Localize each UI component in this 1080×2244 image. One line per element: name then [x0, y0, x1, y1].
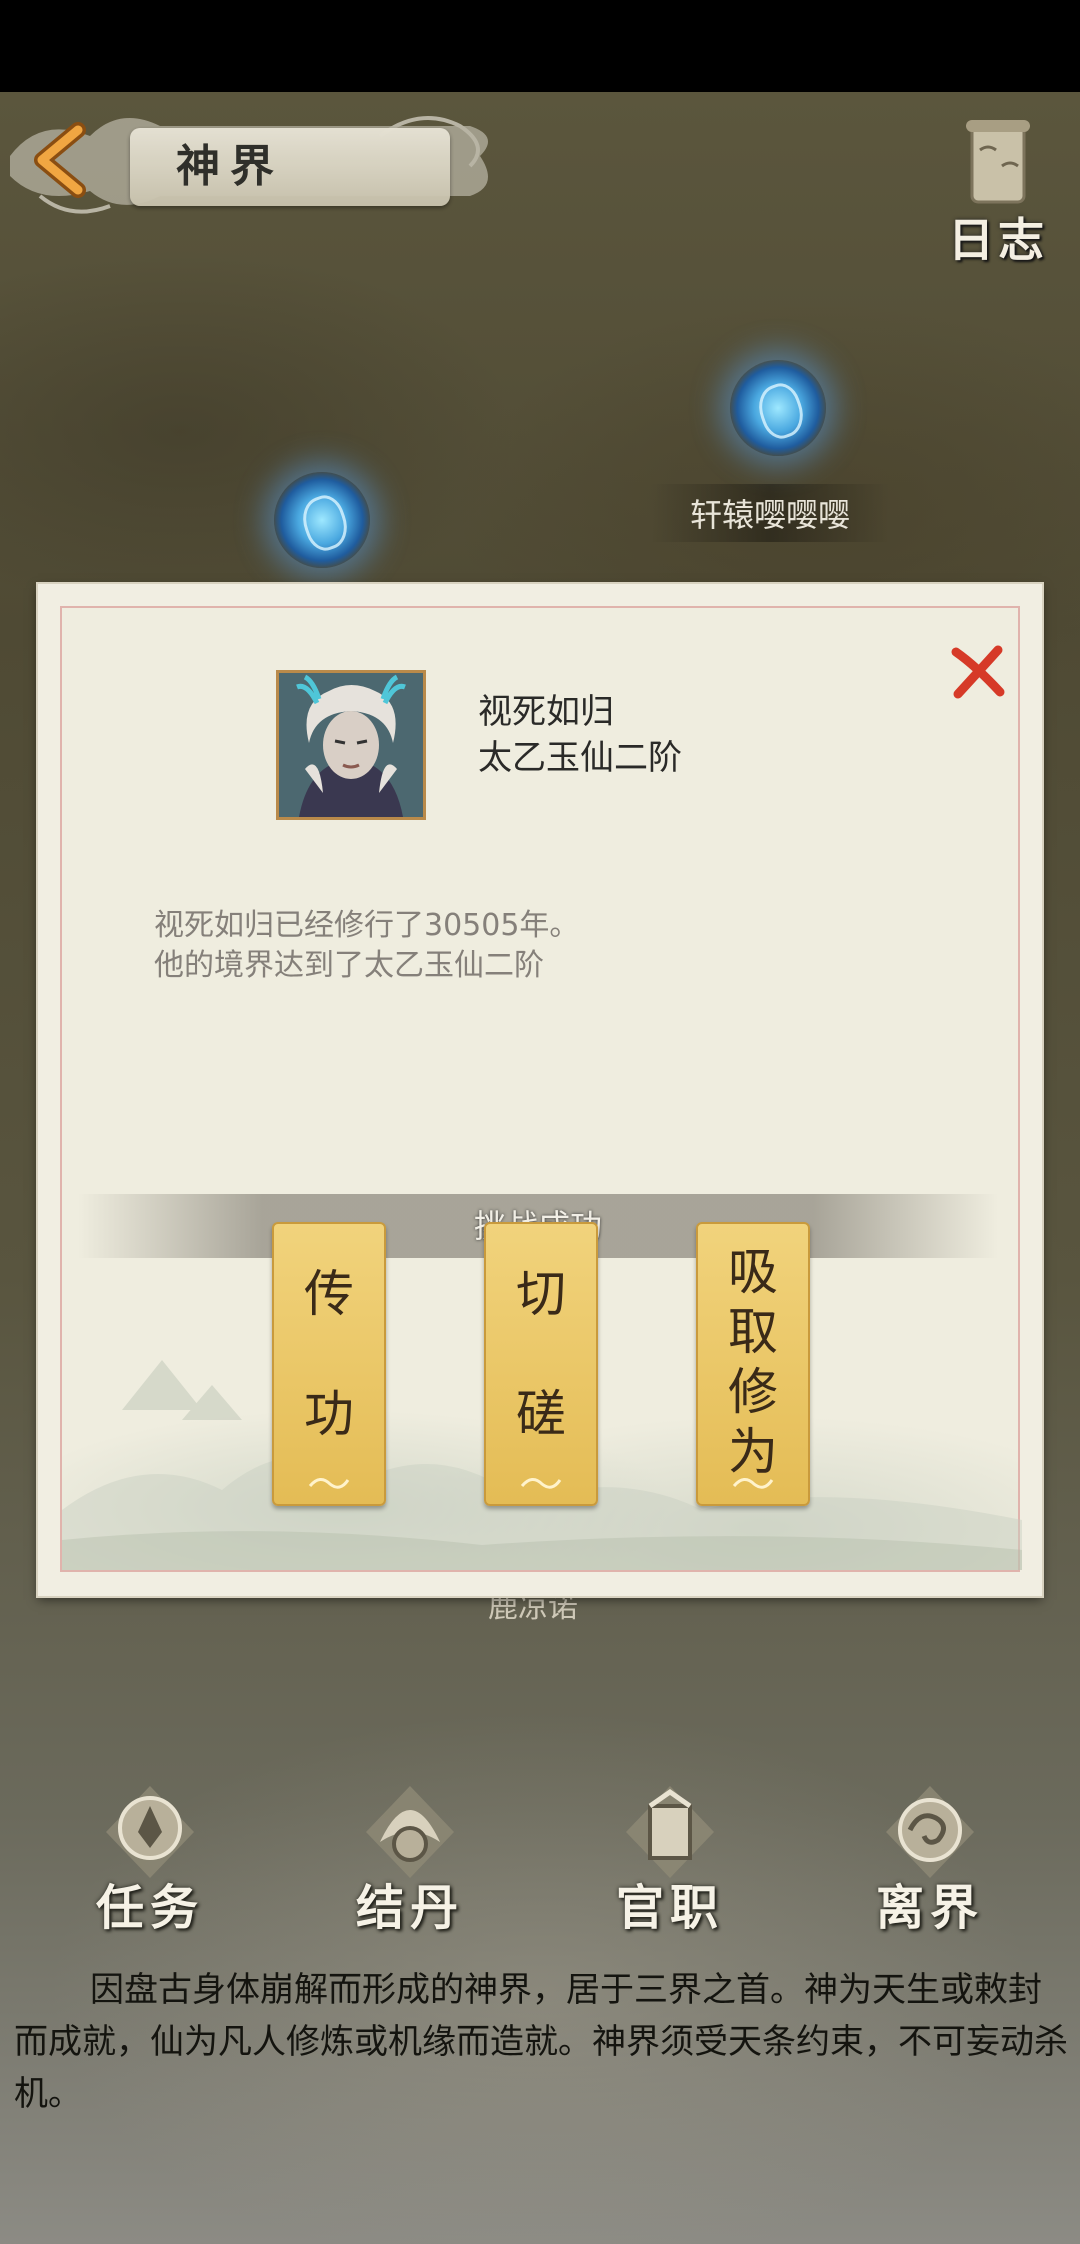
npc-portrait-image [279, 673, 423, 817]
nav-leave-button[interactable]: 离界 [840, 1782, 1020, 1942]
close-button[interactable] [946, 640, 1010, 704]
npc-avatar[interactable] [276, 670, 426, 820]
swirl-icon [732, 1478, 774, 1489]
realm-description: 因盘古身体崩解而形成的神界，居于三界之首。神为天生或敕封而成就，仙为凡人修炼或机… [14, 1970, 1068, 2114]
action-label-char: 传 [304, 1265, 354, 1323]
npc-name: 视死如归 [478, 692, 614, 732]
action-label-char: 取 [728, 1303, 778, 1361]
nav-office-button[interactable]: 官职 [580, 1782, 760, 1942]
action-label-char: 磋 [516, 1385, 566, 1443]
swirl-icon [308, 1478, 350, 1489]
nav-office-label: 官职 [615, 1880, 724, 1936]
dan-icon [366, 1786, 454, 1878]
player-marker-orb[interactable] [730, 360, 826, 456]
back-arrow-icon [34, 122, 86, 198]
npc-description: 视死如归已经修行了30505年。 他的境界达到了太乙玉仙二阶 [154, 906, 579, 986]
swirl-icon [520, 1478, 562, 1489]
absorb-cultivation-button[interactable]: 吸 取 修 为 [696, 1222, 810, 1506]
npc-description-line-1: 视死如归已经修行了30505年。 [154, 908, 580, 943]
nav-task-button[interactable]: 任务 [60, 1782, 240, 1942]
nav-dan-button[interactable]: 结丹 [320, 1782, 500, 1942]
office-icon [626, 1786, 714, 1878]
log-label: 日志 [948, 213, 1048, 267]
task-icon [106, 1786, 194, 1878]
back-button[interactable] [20, 120, 100, 200]
page-title: 神界 [176, 141, 284, 192]
player-name-label: 轩辕嘤嘤嘤 [650, 484, 891, 542]
action-label-char: 修 [728, 1363, 778, 1421]
leave-icon [886, 1786, 974, 1878]
action-label-char: 功 [304, 1385, 354, 1443]
title-plaque: 神界 [130, 128, 450, 206]
map-marker-orb[interactable] [274, 472, 370, 568]
npc-rank: 太乙玉仙二阶 [478, 738, 682, 778]
transmit-skill-button[interactable]: 传 功 [272, 1222, 386, 1506]
header: 神界 [0, 92, 500, 222]
scroll-icon [966, 120, 1030, 204]
log-button[interactable]: 日志 [938, 116, 1058, 267]
npc-description-line-2: 他的境界达到了太乙玉仙二阶 [154, 948, 544, 983]
spar-button[interactable]: 切 磋 [484, 1222, 598, 1506]
action-label-char: 吸 [728, 1243, 778, 1301]
nav-task-label: 任务 [95, 1880, 204, 1936]
npc-dialog: 视死如归 太乙玉仙二阶 视死如归已经修行了30505年。 他的境界达到了太乙玉仙… [38, 584, 1042, 1596]
close-icon [951, 645, 1005, 699]
nav-leave-label: 离界 [875, 1880, 984, 1936]
status-bar [0, 0, 1080, 92]
nav-dan-label: 结丹 [355, 1880, 464, 1936]
action-label-char: 切 [516, 1265, 566, 1323]
